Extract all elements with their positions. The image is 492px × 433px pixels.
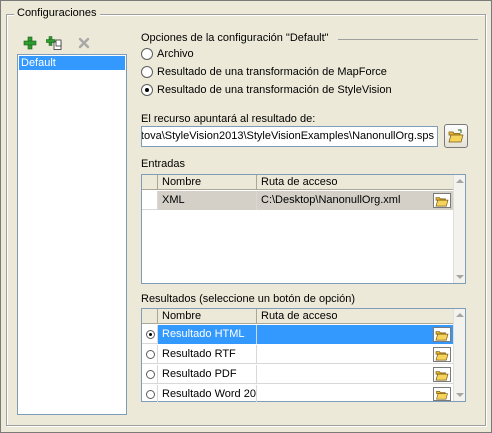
config-item-default[interactable]: Default [19, 56, 125, 70]
outputs-header-name: Nombre [158, 309, 257, 324]
output-path-rtf[interactable] [257, 345, 455, 364]
radio-archivo-label: Archivo [157, 48, 194, 60]
outputs-header-blank [142, 309, 158, 324]
output-name-html: Resultado HTML [158, 325, 257, 344]
group-title: Configuraciones [14, 7, 100, 19]
radio-archivo[interactable]: Archivo [141, 48, 194, 60]
output-path-word[interactable] [257, 385, 455, 402]
radio-mapforce[interactable]: Resultado de una transformación de MapFo… [141, 66, 387, 78]
inputs-row-name: XML [158, 191, 257, 210]
outputs-header-path: Ruta de acceso [261, 310, 338, 322]
browse-output-pdf-button[interactable] [433, 367, 451, 382]
inputs-row-xml[interactable]: XML C:\Desktop\NanonullOrg.xml [142, 191, 455, 210]
radio-mapforce-circle[interactable] [141, 66, 153, 78]
scroll-down-icon[interactable] [456, 275, 464, 279]
outputs-row-word[interactable]: Resultado Word 20 [142, 385, 453, 402]
radio-stylevision-circle[interactable] [141, 84, 153, 96]
inputs-label: Entradas [141, 158, 186, 170]
inputs-header-blank [142, 175, 158, 190]
open-folder-icon [435, 350, 449, 360]
radio-stylevision-label: Resultado de una transformación de Style… [157, 84, 392, 96]
outputs-label: Resultados (seleccione un botón de opció… [141, 293, 356, 305]
radio-archivo-circle[interactable] [141, 48, 153, 60]
output-radio-cell[interactable] [142, 345, 158, 364]
browse-input-button[interactable] [433, 193, 451, 208]
outputs-grid: Nombre Ruta de acceso Resultado HTML Res… [141, 308, 466, 402]
inputs-row-path[interactable]: C:\Desktop\NanonullOrg.xml [257, 191, 455, 210]
delete-config-button[interactable] [74, 34, 94, 51]
scroll-down-icon[interactable] [456, 393, 464, 397]
output-radio-word[interactable] [146, 390, 155, 399]
output-name-pdf: Resultado PDF [158, 365, 257, 384]
options-title: Opciones de la configuración "Default" [141, 32, 329, 44]
copy-config-button[interactable] [44, 34, 64, 51]
resource-path-text: Altova\StyleVision2013\StyleVisionExampl… [141, 130, 434, 142]
add-config-icon [23, 36, 37, 49]
browse-output-word-button[interactable] [433, 387, 451, 401]
inputs-scrollbar[interactable] [453, 175, 465, 283]
add-config-button[interactable] [20, 34, 40, 51]
radio-mapforce-label: Resultado de una transformación de MapFo… [157, 66, 387, 78]
open-folder-icon [435, 370, 449, 380]
row-indicator [142, 191, 158, 210]
inputs-header-path: Ruta de acceso [261, 176, 338, 188]
open-folder-icon [435, 196, 449, 206]
output-radio-cell[interactable] [142, 365, 158, 384]
options-divider [338, 39, 478, 40]
output-radio-cell[interactable] [142, 385, 158, 402]
output-path-html[interactable] [257, 325, 455, 344]
browse-output-html-button[interactable] [433, 327, 451, 342]
radio-stylevision[interactable]: Resultado de una transformación de Style… [141, 84, 392, 96]
output-name-word: Resultado Word 20 [158, 385, 257, 402]
outputs-scrollbar[interactable] [453, 309, 465, 401]
inputs-grid: Nombre Ruta de acceso XML C:\Desktop\Nan… [141, 174, 466, 284]
outputs-grid-header: Nombre Ruta de acceso [142, 309, 453, 324]
open-folder-icon [435, 330, 449, 340]
output-path-pdf[interactable] [257, 365, 455, 384]
config-listbox[interactable]: Default [17, 54, 127, 415]
output-name-rtf: Resultado RTF [158, 345, 257, 364]
browse-resource-button[interactable] [444, 124, 468, 148]
open-folder-icon [448, 129, 464, 143]
open-folder-icon [436, 390, 448, 400]
outputs-row-rtf[interactable]: Resultado RTF [142, 345, 453, 364]
copy-config-icon [46, 35, 62, 50]
browse-output-rtf-button[interactable] [433, 347, 451, 362]
config-toolbar [20, 34, 94, 51]
output-radio-cell[interactable] [142, 325, 158, 344]
scroll-up-icon[interactable] [456, 179, 464, 183]
resource-path-input[interactable]: Altova\StyleVision2013\StyleVisionExampl… [141, 126, 438, 147]
output-radio-pdf[interactable] [146, 370, 155, 379]
resource-label: El recurso apuntará al resultado de: [141, 113, 316, 125]
delete-config-icon [78, 37, 90, 48]
output-radio-html[interactable] [146, 330, 155, 339]
output-radio-rtf[interactable] [146, 350, 155, 359]
outputs-row-html[interactable]: Resultado HTML [142, 325, 455, 344]
inputs-header-name: Nombre [158, 175, 257, 190]
outputs-row-pdf[interactable]: Resultado PDF [142, 365, 453, 384]
inputs-grid-header: Nombre Ruta de acceso [142, 175, 453, 190]
scroll-up-icon[interactable] [456, 313, 464, 317]
